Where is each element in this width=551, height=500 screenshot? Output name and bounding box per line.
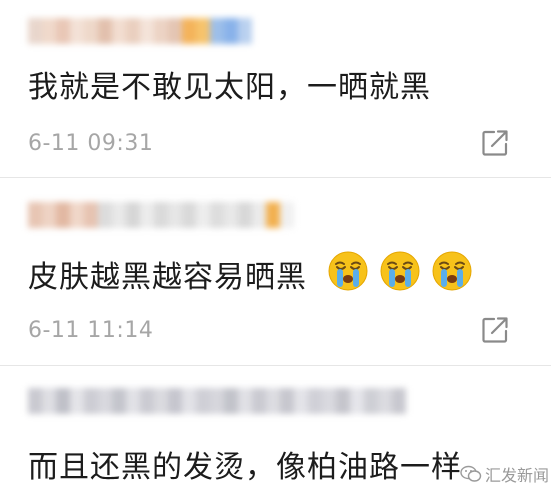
wechat-icon	[460, 465, 482, 482]
comment-text: 而且还黑的发烫，像柏油路一样	[28, 450, 462, 485]
comment-timestamp: 6-11 11:14	[28, 318, 154, 343]
crying-face-icon	[328, 251, 368, 291]
watermark: 汇发新闻	[460, 460, 549, 488]
emoji-row	[327, 250, 473, 292]
blurred-username	[28, 388, 406, 414]
crying-face-icon	[432, 251, 472, 291]
comment-text: 我就是不敢见太阳，一晒就黑	[28, 70, 431, 105]
blurred-username	[28, 18, 252, 44]
watermark-text: 汇发新闻	[485, 466, 550, 485]
share-icon[interactable]	[480, 315, 510, 345]
comment-item: 皮肤越黑越容易晒黑 6-11 11:14	[0, 178, 551, 366]
blurred-username	[28, 202, 294, 228]
crying-face-icon	[380, 251, 420, 291]
share-icon[interactable]	[480, 128, 510, 158]
comment-item: 我就是不敢见太阳，一晒就黑 6-11 09:31	[0, 0, 551, 178]
comment-text: 皮肤越黑越容易晒黑	[28, 260, 307, 295]
comment-timestamp: 6-11 09:31	[28, 131, 154, 156]
